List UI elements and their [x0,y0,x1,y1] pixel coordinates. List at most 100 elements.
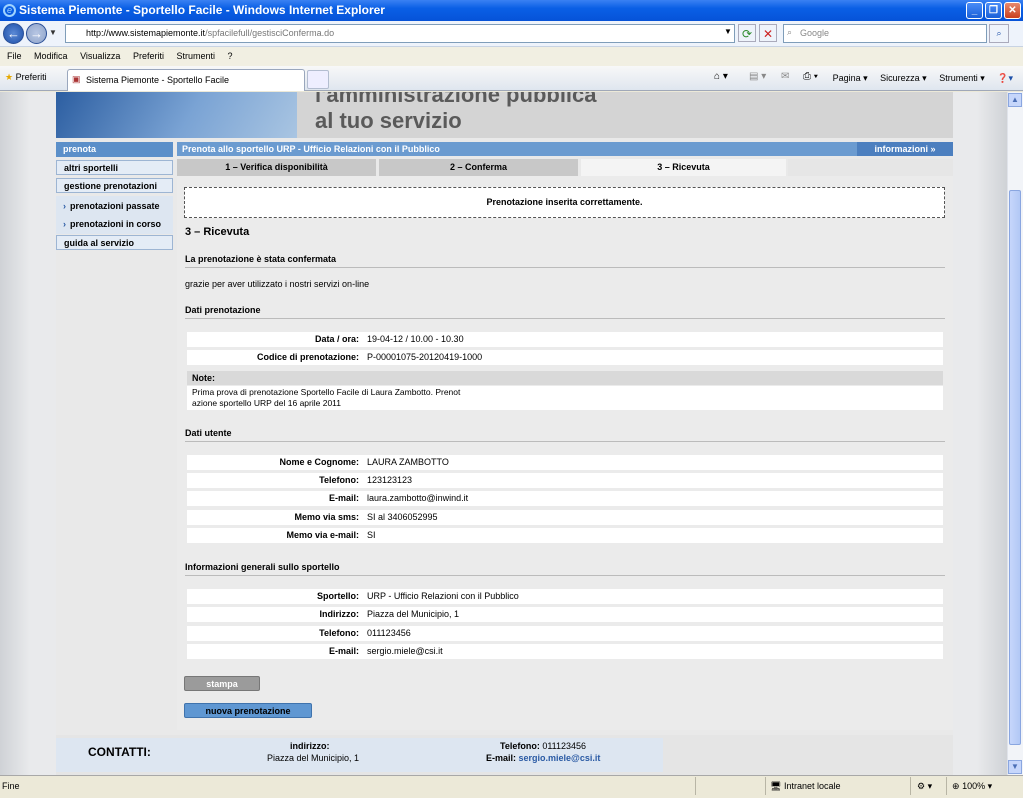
sidebar-item-label: prenotazioni in corso [70,219,162,229]
address-dropdown-icon[interactable]: ▼ [724,27,732,36]
row-label: Sportello: [317,591,359,601]
safety-menu[interactable]: Sicurezza ▾ [880,73,927,83]
maximize-button[interactable]: ❐ [985,2,1002,19]
row-value: 123123123 [367,475,413,485]
informazioni-button[interactable]: informazioni » [857,142,953,156]
banner-photo [56,92,297,138]
sidebar-item-prenotazioni-passate[interactable]: › prenotazioni passate [56,199,160,214]
status-text: Fine [2,781,20,791]
intranet-icon: 🖥 [770,781,782,791]
status-divider [695,777,696,795]
step-filler [788,159,953,176]
contatti-label: CONTATTI: [88,745,151,759]
history-dropdown-icon[interactable]: ▼ [49,28,57,37]
help-icon[interactable]: ❓▾ [997,73,1013,83]
sidebar-item-altri-sportelli[interactable]: altri sportelli [56,160,173,175]
menu-help[interactable]: ? [228,51,233,61]
search-go-icon[interactable]: ⌕ [989,24,1009,43]
feeds-icon[interactable]: ▤ ▾ [749,71,766,82]
step-3-active: 3 – Ricevuta [581,159,786,176]
footer-email-label: E-mail: [486,753,517,763]
address-input[interactable]: http://www.sistemapiemonte.it/spfacilefu… [65,24,735,43]
table-row: Telefono: 011123456 [187,626,943,641]
sidebar-item-prenotazioni-in-corso[interactable]: › prenotazioni in corso [56,217,161,232]
menu-file[interactable]: File [7,51,22,61]
address-path: /spfacilefull/gestisciConferma.do [205,28,335,38]
window-title: Sistema Piemonte - Sportello Facile - Wi… [19,3,385,17]
table-row: Memo via sms: SI al 3406052995 [187,510,943,525]
menu-strumenti[interactable]: Strumenti [176,51,215,61]
banner-text-clip: l'amministrazione pubblica al tuo serviz… [297,92,953,138]
sidebar-item-gestione-prenotazioni[interactable]: gestione prenotazioni [56,178,173,193]
favorites-button[interactable]: ★ Preferiti [5,72,47,83]
table-row: Sportello: URP - Ufficio Relazioni con il… [187,589,943,604]
row-label: Memo via sms: [294,512,359,522]
page-title: 3 – Ricevuta [185,226,250,238]
menu-preferiti[interactable]: Preferiti [133,51,164,61]
refresh-icon[interactable]: ⟳ [738,24,756,42]
row-label: E-mail: [328,493,359,503]
sidebar-item-guida[interactable]: guida al servizio [56,235,173,250]
search-icon: ⌕ [787,27,793,37]
scroll-down-icon[interactable]: ▼ [1008,760,1022,774]
footer-email: E-mail: sergio.miele@csi.it [486,753,600,763]
zoom-level[interactable]: ⊕ 100% ▾ [952,775,992,797]
print-icon[interactable]: ⎙ ▾ [803,71,818,82]
note-label: Note: [187,371,943,385]
favorites-label: Preferiti [15,72,47,82]
note-line: azione sportello URP del 16 aprile 2011 [192,398,342,408]
table-row: E-mail: laura.zambotto@inwind.it [187,491,943,506]
section-confirm-title: La prenotazione è stata confermata [185,254,945,268]
protected-mode-icon[interactable]: ⚙ ▾ [917,775,932,797]
table-row: Telefono: 123123123 [187,473,943,488]
note-line: Prima prova di prenotazione Sportello Fa… [192,387,461,397]
row-value: SI [367,530,376,540]
search-placeholder: Google [800,28,830,38]
tools-menu[interactable]: Strumenti ▾ [939,73,985,83]
section-dati-utente: Dati utente [185,428,945,442]
row-label: Data / ora: [314,334,359,344]
close-window-button[interactable]: ✕ [1004,2,1021,19]
security-zone-label: Intranet locale [783,781,841,791]
section-dati-prenotazione: Dati prenotazione [185,305,945,319]
footer-telefono-value: 011123456 [542,741,587,751]
section-info-sportello: Informazioni generali sullo sportello [185,562,945,576]
row-value: 011123456 [367,628,411,638]
back-button[interactable]: ← [3,23,24,44]
footer-telefono-label: Telefono: [500,741,540,751]
scroll-up-icon[interactable]: ▲ [1008,93,1022,107]
row-value: P-00001075-20120419-1000 [367,352,483,362]
stampa-button[interactable]: stampa [184,676,260,691]
mail-icon[interactable]: ✉ [781,71,789,82]
nuova-prenotazione-button[interactable]: nuova prenotazione [184,703,312,718]
sidebar-item-prenota[interactable]: prenota [56,142,173,157]
menu-bar: File Modifica Visualizza Preferiti Strum… [0,47,1023,66]
table-row: Memo via e-mail: SI [187,528,943,543]
security-zone[interactable]: 🖥 Intranet locale [770,775,841,797]
table-row: Nome e Cognome: LAURA ZAMBOTTO [187,455,943,470]
minimize-button[interactable]: _ [966,2,983,19]
row-label: Nome e Cognome: [279,457,359,467]
status-divider [910,777,911,795]
row-label: Telefono: [319,475,359,485]
zoom-icon: ⊕ [952,781,960,791]
forward-button[interactable]: → [26,23,47,44]
note-text: Prima prova di prenotazione Sportello Fa… [187,386,943,410]
footer-email-link[interactable]: sergio.miele@csi.it [519,753,601,763]
new-tab-button[interactable] [307,70,329,89]
menu-visualizza[interactable]: Visualizza [80,51,120,61]
menu-modifica[interactable]: Modifica [34,51,68,61]
table-row: Data / ora: 19-04-12 / 10.00 - 10.30 [187,332,943,347]
window-title-bar: Sistema Piemonte - Sportello Facile - Wi… [0,0,1023,21]
row-value: LAURA ZAMBOTTO [367,457,449,467]
tab-active[interactable]: Sistema Piemonte - Sportello Facile [67,69,305,91]
footer-indirizzo: Piazza del Municipio, 1 [267,753,360,763]
scrollbar-thumb[interactable] [1009,190,1021,745]
address-host: http://www.sistemapiemonte.it [86,28,206,38]
home-icon[interactable]: ⌂ ▾ [714,71,728,82]
search-input[interactable]: Google [783,24,987,43]
page-menu[interactable]: Pagina ▾ [833,73,868,83]
status-divider [946,777,947,795]
stop-icon[interactable]: ✕ [759,24,777,42]
banner-line2: al tuo servizio [315,108,462,133]
